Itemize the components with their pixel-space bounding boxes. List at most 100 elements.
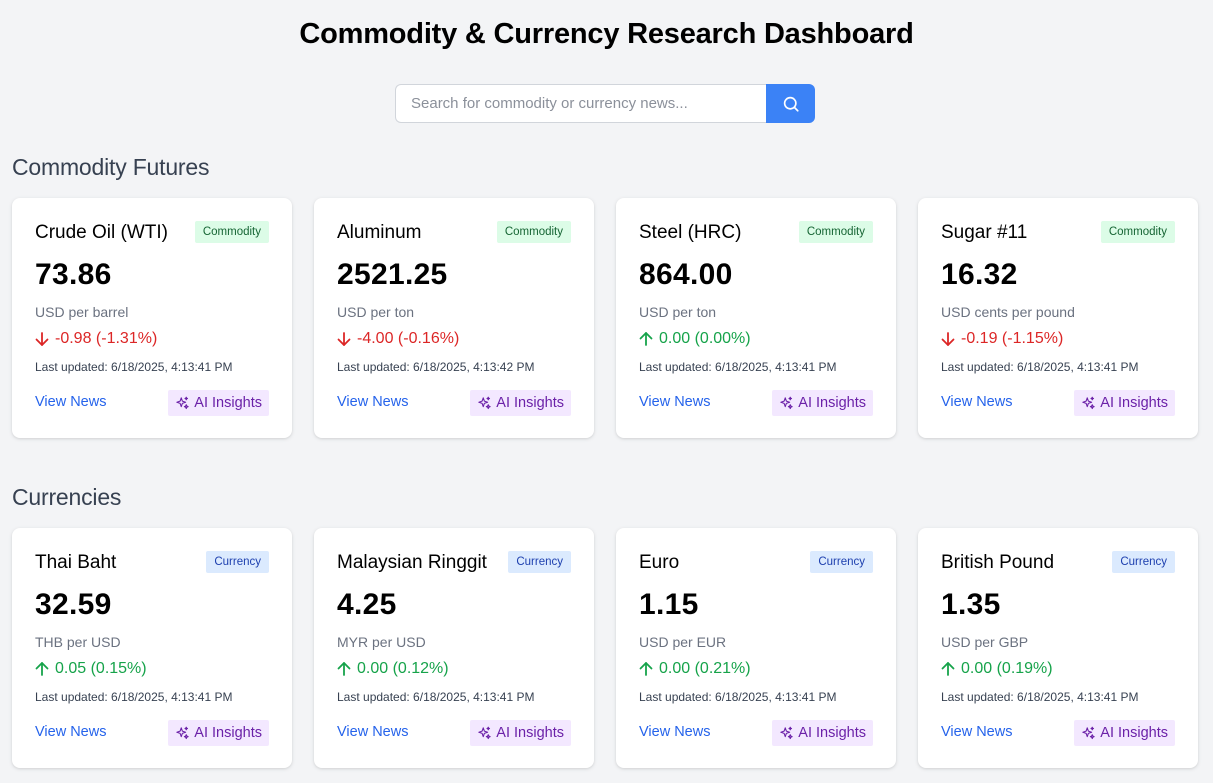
ai-insights-label: AI Insights xyxy=(496,395,564,411)
asset-price: 73.86 xyxy=(35,258,112,291)
currency-grid: Thai Baht Currency 32.59 THB per USD 0.0… xyxy=(12,528,1198,768)
asset-price: 1.35 xyxy=(941,588,1001,621)
asset-name: Euro xyxy=(639,552,680,573)
ai-insights-button[interactable]: AI Insights xyxy=(470,720,571,746)
asset-type-badge: Commodity xyxy=(1100,221,1175,243)
asset-type-badge: Commodity xyxy=(194,221,269,243)
asset-unit: THB per USD xyxy=(35,634,121,650)
asset-name: Thai Baht xyxy=(35,552,117,573)
sparkles-icon xyxy=(478,726,491,739)
price-change: 0.05 (0.15%) xyxy=(35,660,147,678)
asset-price: 4.25 xyxy=(337,588,397,621)
asset-unit: MYR per USD xyxy=(337,634,426,650)
sparkles-icon xyxy=(780,726,793,739)
price-change-value: 0.00 (0.19%) xyxy=(961,660,1053,677)
ai-insights-button[interactable]: AI Insights xyxy=(772,390,873,416)
last-updated: Last updated: 6/18/2025, 4:13:41 PM xyxy=(35,690,233,704)
ai-insights-button[interactable]: AI Insights xyxy=(168,390,269,416)
asset-unit: USD per ton xyxy=(337,304,415,320)
arrow-down-icon xyxy=(941,331,955,347)
asset-unit: USD cents per pound xyxy=(941,304,1075,320)
price-change-value: 0.00 (0.21%) xyxy=(659,660,751,677)
asset-unit: USD per GBP xyxy=(941,634,1029,650)
price-change: 0.00 (0.12%) xyxy=(337,660,449,678)
search-bar xyxy=(395,84,815,123)
price-change: -0.98 (-1.31%) xyxy=(35,330,157,348)
view-news-link[interactable]: View News xyxy=(941,394,1012,410)
asset-price: 16.32 xyxy=(941,258,1018,291)
asset-name: British Pound xyxy=(941,552,1055,573)
arrow-down-icon xyxy=(35,331,49,347)
asset-type-badge: Currency xyxy=(810,551,873,573)
price-change-value: -4.00 (-0.16%) xyxy=(357,330,460,347)
search-icon xyxy=(783,96,799,112)
view-news-link[interactable]: View News xyxy=(35,394,106,410)
search-input[interactable] xyxy=(395,84,766,123)
sparkles-icon xyxy=(780,396,793,409)
asset-card: Euro Currency 1.15 USD per EUR 0.00 (0.2… xyxy=(616,528,896,768)
commodity-grid: Crude Oil (WTI) Commodity 73.86 USD per … xyxy=(12,198,1198,438)
asset-price: 32.59 xyxy=(35,588,112,621)
ai-insights-button[interactable]: AI Insights xyxy=(168,720,269,746)
view-news-link[interactable]: View News xyxy=(941,724,1012,740)
asset-card: Sugar #11 Commodity 16.32 USD cents per … xyxy=(918,198,1198,438)
ai-insights-button[interactable]: AI Insights xyxy=(1074,720,1175,746)
asset-card: British Pound Currency 1.35 USD per GBP … xyxy=(918,528,1198,768)
price-change-value: -0.19 (-1.15%) xyxy=(961,330,1064,347)
sparkles-icon xyxy=(478,396,491,409)
sparkles-icon xyxy=(1082,726,1095,739)
asset-price: 1.15 xyxy=(639,588,699,621)
price-change-value: 0.05 (0.15%) xyxy=(55,660,147,677)
view-news-link[interactable]: View News xyxy=(337,394,408,410)
last-updated: Last updated: 6/18/2025, 4:13:41 PM xyxy=(941,360,1139,374)
arrow-up-icon xyxy=(639,331,653,347)
page-title: Commodity & Currency Research Dashboard xyxy=(299,18,914,50)
asset-name: Malaysian Ringgit xyxy=(337,552,487,573)
section-title-currencies: Currencies xyxy=(12,484,122,510)
view-news-link[interactable]: View News xyxy=(35,724,106,740)
arrow-up-icon xyxy=(639,661,653,677)
asset-name: Crude Oil (WTI) xyxy=(35,222,168,243)
sparkles-icon xyxy=(1082,396,1095,409)
asset-card: Aluminum Commodity 2521.25 USD per ton -… xyxy=(314,198,594,438)
price-change: 0.00 (0.19%) xyxy=(941,660,1053,678)
asset-card: Thai Baht Currency 32.59 THB per USD 0.0… xyxy=(12,528,292,768)
asset-card: Steel (HRC) Commodity 864.00 USD per ton… xyxy=(616,198,896,438)
ai-insights-label: AI Insights xyxy=(194,725,262,741)
price-change: -4.00 (-0.16%) xyxy=(337,330,459,348)
section-title-commodities: Commodity Futures xyxy=(12,154,210,180)
last-updated: Last updated: 6/18/2025, 4:13:41 PM xyxy=(639,360,837,374)
ai-insights-button[interactable]: AI Insights xyxy=(470,390,571,416)
arrow-up-icon xyxy=(941,661,955,677)
asset-type-badge: Currency xyxy=(206,551,269,573)
asset-price: 2521.25 xyxy=(337,258,448,291)
view-news-link[interactable]: View News xyxy=(639,724,710,740)
search-button[interactable] xyxy=(766,84,815,123)
asset-name: Steel (HRC) xyxy=(639,222,742,243)
asset-unit: USD per barrel xyxy=(35,304,129,320)
asset-type-badge: Commodity xyxy=(798,221,873,243)
asset-type-badge: Currency xyxy=(1112,551,1175,573)
asset-type-badge: Currency xyxy=(508,551,571,573)
last-updated: Last updated: 6/18/2025, 4:13:41 PM xyxy=(941,690,1139,704)
price-change-value: 0.00 (0.00%) xyxy=(659,330,751,347)
ai-insights-button[interactable]: AI Insights xyxy=(772,720,873,746)
view-news-link[interactable]: View News xyxy=(639,394,710,410)
ai-insights-label: AI Insights xyxy=(798,395,866,411)
last-updated: Last updated: 6/18/2025, 4:13:41 PM xyxy=(639,690,837,704)
view-news-link[interactable]: View News xyxy=(337,724,408,740)
asset-unit: USD per EUR xyxy=(639,634,727,650)
asset-type-badge: Commodity xyxy=(496,221,571,243)
arrow-up-icon xyxy=(337,661,351,677)
price-change-value: 0.00 (0.12%) xyxy=(357,660,449,677)
ai-insights-label: AI Insights xyxy=(496,725,564,741)
sparkles-icon xyxy=(176,396,189,409)
asset-card: Crude Oil (WTI) Commodity 73.86 USD per … xyxy=(12,198,292,438)
ai-insights-button[interactable]: AI Insights xyxy=(1074,390,1175,416)
asset-unit: USD per ton xyxy=(639,304,717,320)
last-updated: Last updated: 6/18/2025, 4:13:41 PM xyxy=(337,690,535,704)
ai-insights-label: AI Insights xyxy=(1100,725,1168,741)
ai-insights-label: AI Insights xyxy=(194,395,262,411)
ai-insights-label: AI Insights xyxy=(798,725,866,741)
price-change-value: -0.98 (-1.31%) xyxy=(55,330,158,347)
